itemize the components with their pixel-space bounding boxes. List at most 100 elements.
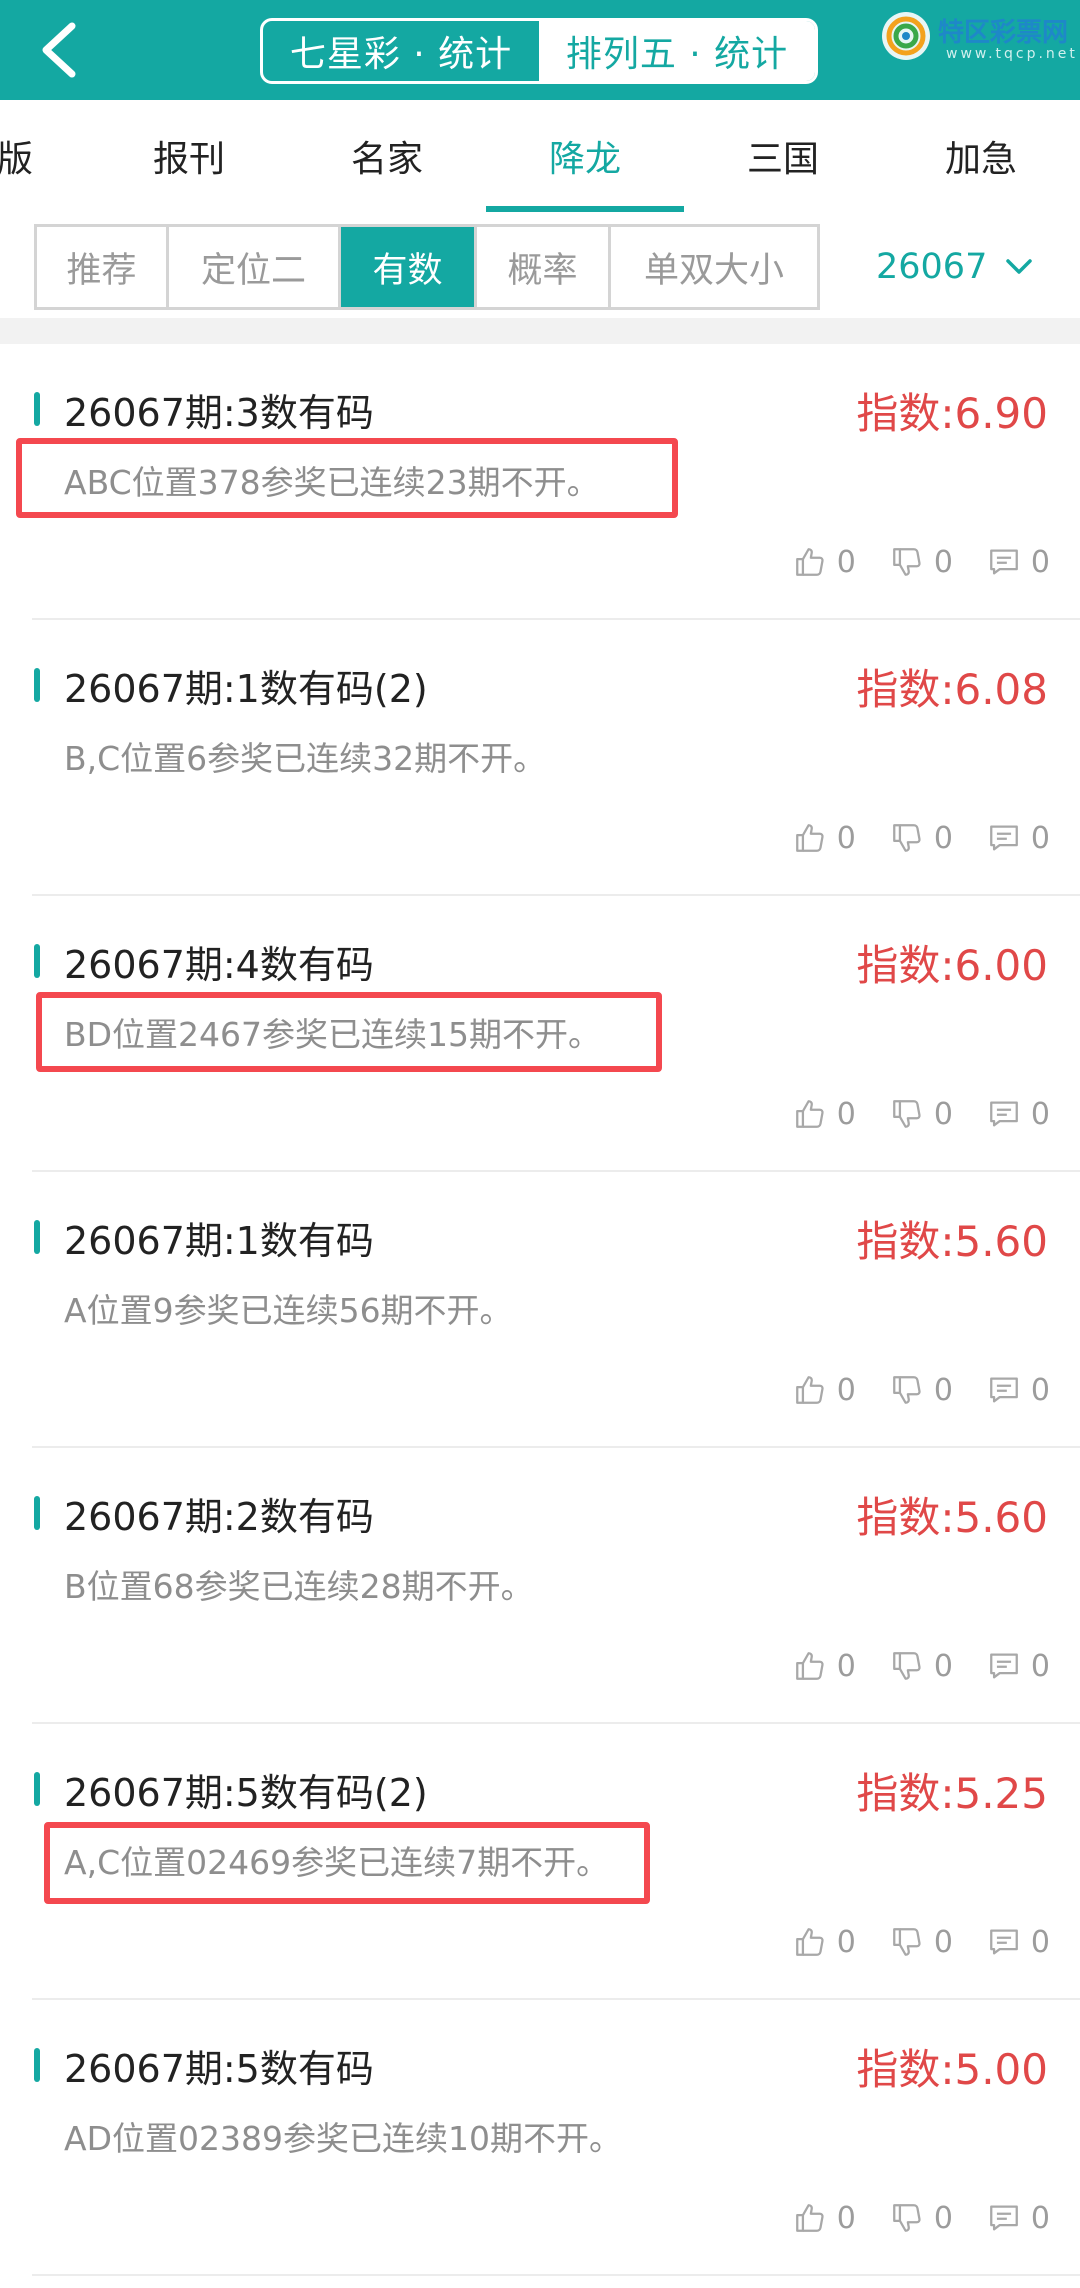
segment-qixingcai[interactable]: 七星彩 · 统计 — [263, 21, 539, 81]
comment-icon — [990, 1377, 1018, 1403]
item-actions: 0 0 0 — [759, 1920, 1050, 1964]
accent-bar — [34, 668, 40, 702]
filter-dingweier[interactable]: 定位二 — [169, 227, 341, 307]
thumbs-up-icon — [795, 1100, 824, 1128]
comment-button[interactable]: 0 — [987, 1097, 1050, 1132]
thumbs-up-icon — [795, 1376, 824, 1404]
list-item[interactable]: 26067期:3数有码 指数:6.90 ABC位置378参奖已连续23期不开。 … — [0, 344, 1080, 620]
tab-jianglong[interactable]: 降龙 — [486, 100, 684, 212]
comment-button[interactable]: 0 — [987, 1373, 1050, 1408]
comment-button[interactable]: 0 — [987, 1649, 1050, 1684]
dislike-button[interactable]: 0 — [890, 821, 953, 856]
item-actions: 0 0 0 — [759, 2196, 1050, 2240]
period-select[interactable]: 26067 — [876, 224, 1056, 310]
like-button[interactable]: 0 — [793, 1649, 856, 1684]
back-button[interactable] — [22, 14, 94, 86]
accent-bar — [34, 1496, 40, 1530]
thumbs-up-icon — [795, 824, 824, 852]
like-button[interactable]: 0 — [793, 1925, 856, 1960]
comment-button[interactable]: 0 — [987, 2201, 1050, 2236]
item-desc: A位置9参奖已连续56期不开。 — [64, 1291, 513, 1330]
like-button[interactable]: 0 — [793, 2201, 856, 2236]
site-logo: 特区彩票网 www.tqcp.net — [878, 6, 1075, 66]
filter-danshuangdaxiao[interactable]: 单双大小 — [611, 227, 817, 307]
tab-jiaji[interactable]: 加急 — [882, 100, 1080, 212]
filter-tuijian[interactable]: 推荐 — [37, 227, 169, 307]
like-button[interactable]: 0 — [793, 545, 856, 580]
filter-youshu[interactable]: 有数 — [341, 227, 477, 307]
accent-bar — [34, 392, 40, 426]
logo-name: 特区彩票网 — [938, 18, 1069, 48]
thumbs-down-icon — [892, 2204, 921, 2232]
item-index: 指数:6.08 — [856, 665, 1048, 714]
item-title: 26067期:1数有码(2) — [64, 667, 428, 711]
thumbs-down-icon — [892, 1100, 921, 1128]
list-item[interactable]: 26067期:5数有码(2) 指数:5.25 A,C位置02469参奖已连续7期… — [0, 1724, 1080, 2000]
thumbs-up-icon — [795, 548, 824, 576]
item-index: 指数:5.25 — [856, 1769, 1048, 1818]
thumbs-down-icon — [892, 824, 921, 852]
app-header: 七星彩 · 统计 排列五 · 统计 特区彩票网 www.tqcp.net — [0, 0, 1080, 100]
filter-gailv[interactable]: 概率 — [477, 227, 611, 307]
chevron-down-icon — [1006, 259, 1033, 274]
segment-pailiewu[interactable]: 排列五 · 统计 — [539, 21, 815, 81]
accent-bar — [34, 1772, 40, 1806]
highlight-box — [36, 992, 662, 1072]
dislike-button[interactable]: 0 — [890, 2201, 953, 2236]
like-button[interactable]: 0 — [793, 1373, 856, 1408]
chevron-left-icon — [42, 22, 76, 78]
thumbs-down-icon — [892, 548, 921, 576]
tab-mingjia[interactable]: 名家 — [288, 100, 486, 212]
thumbs-down-icon — [892, 1376, 921, 1404]
item-index: 指数:5.60 — [856, 1493, 1048, 1542]
list-item[interactable]: 26067期:4数有码 指数:6.00 BD位置2467参奖已连续15期不开。 … — [0, 896, 1080, 1172]
item-desc: B位置68参奖已连续28期不开。 — [64, 1567, 534, 1606]
item-actions: 0 0 0 — [759, 1368, 1050, 1412]
comment-icon — [990, 1653, 1018, 1679]
list-item[interactable]: 26067期:2数有码 指数:5.60 B位置68参奖已连续28期不开。 0 0… — [0, 1448, 1080, 1724]
comment-icon — [990, 549, 1018, 575]
accent-bar — [34, 2048, 40, 2082]
highlight-box — [44, 1822, 650, 1904]
item-actions: 0 0 0 — [759, 816, 1050, 860]
item-desc: AD位置02389参奖已连续10期不开。 — [64, 2119, 622, 2158]
item-index: 指数:5.60 — [856, 1217, 1048, 1266]
comment-button[interactable]: 0 — [987, 821, 1050, 856]
list-item[interactable]: 26067期:5数有码 指数:5.00 AD位置02389参奖已连续10期不开。… — [0, 2000, 1080, 2276]
item-actions: 0 0 0 — [759, 540, 1050, 584]
item-index: 指数:6.00 — [856, 941, 1048, 990]
item-desc: B,C位置6参奖已连续32期不开。 — [64, 739, 547, 778]
thumbs-down-icon — [892, 1652, 921, 1680]
highlight-box — [16, 438, 678, 518]
dislike-button[interactable]: 0 — [890, 1097, 953, 1132]
thumbs-up-icon — [795, 2204, 824, 2232]
item-title: 26067期:5数有码(2) — [64, 1771, 428, 1815]
dislike-button[interactable]: 0 — [890, 1649, 953, 1684]
comment-icon — [990, 825, 1018, 851]
thumbs-up-icon — [795, 1652, 824, 1680]
list-item[interactable]: 26067期:1数有码 指数:5.60 A位置9参奖已连续56期不开。 0 0 … — [0, 1172, 1080, 1448]
comment-icon — [990, 1101, 1018, 1127]
comment-button[interactable]: 0 — [987, 1925, 1050, 1960]
thumbs-up-icon — [795, 1928, 824, 1956]
comment-button[interactable]: 0 — [987, 545, 1050, 580]
dislike-button[interactable]: 0 — [890, 545, 953, 580]
dislike-button[interactable]: 0 — [890, 1925, 953, 1960]
list-item[interactable]: 26067期:1数有码(2) 指数:6.08 B,C位置6参奖已连续32期不开。… — [0, 620, 1080, 896]
accent-bar — [34, 944, 40, 978]
category-tabs: 版 报刊 名家 降龙 三国 加急 — [0, 100, 1080, 213]
stat-list: 26067期:3数有码 指数:6.90 ABC位置378参奖已连续23期不开。 … — [0, 344, 1080, 2276]
tab-sanguo[interactable]: 三国 — [684, 100, 882, 212]
item-title: 26067期:2数有码 — [64, 1495, 374, 1539]
dislike-button[interactable]: 0 — [890, 1373, 953, 1408]
item-title: 26067期:5数有码 — [64, 2047, 374, 2091]
logo-swirl-icon — [882, 12, 930, 60]
item-title: 26067期:1数有码 — [64, 1219, 374, 1263]
tab-baokan[interactable]: 报刊 — [90, 100, 288, 212]
section-separator — [0, 318, 1080, 344]
item-index: 指数:6.90 — [856, 389, 1048, 438]
accent-bar — [34, 1220, 40, 1254]
period-value: 26067 — [876, 247, 988, 287]
like-button[interactable]: 0 — [793, 1097, 856, 1132]
like-button[interactable]: 0 — [793, 821, 856, 856]
